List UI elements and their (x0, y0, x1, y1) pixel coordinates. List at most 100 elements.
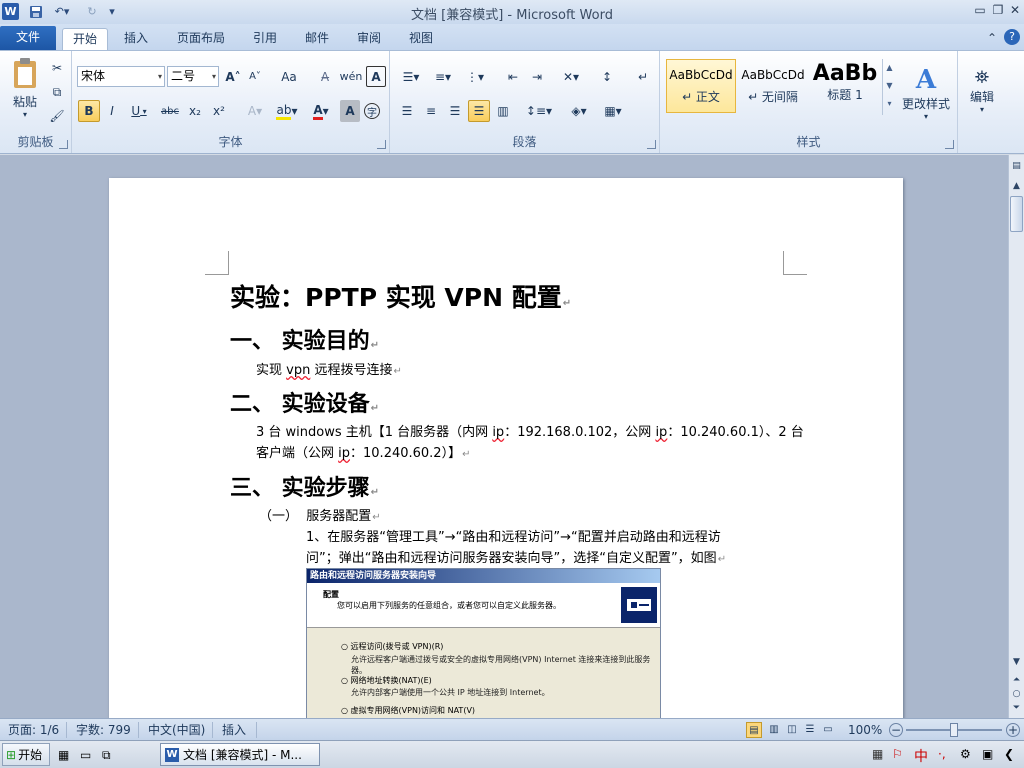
minimize-ribbon-icon[interactable]: ⌃ (984, 30, 1000, 46)
outline-view-icon[interactable]: ☰ (802, 722, 818, 738)
full-screen-reading-icon[interactable]: ▥ (766, 722, 782, 738)
superscript-button[interactable]: x² (208, 100, 230, 122)
underline-button[interactable]: U ▾ (124, 100, 154, 122)
language-indicator[interactable]: 中文(中国) (148, 722, 205, 738)
text-effects-icon[interactable]: A▾ (240, 100, 270, 122)
tab-page-layout[interactable]: 页面布局 (168, 28, 234, 50)
show-marks-icon[interactable]: ↵ (632, 66, 654, 87)
decrease-indent-icon[interactable]: ⇤ (502, 66, 524, 87)
scroll-thumb[interactable] (1010, 196, 1023, 232)
wizard-option-3[interactable]: ○ 虚拟专用网络(VPN)访问和 NAT(V) (341, 705, 641, 716)
format-painter-icon[interactable]: 🖌 (48, 107, 66, 125)
distribute-icon[interactable]: ▥ (492, 100, 514, 122)
align-right-icon[interactable]: ☰ (444, 100, 466, 122)
numbering-icon[interactable]: ≡▾ (428, 66, 458, 87)
shading-icon[interactable]: ◈▾ (564, 100, 594, 122)
paragraph-launcher-icon[interactable] (647, 140, 656, 149)
tab-insert[interactable]: 插入 (114, 28, 158, 50)
tray-tool-icon[interactable]: ⚙ (960, 747, 976, 761)
multilevel-list-icon[interactable]: ⋮▾ (460, 66, 490, 87)
print-layout-view-icon[interactable]: ▤ (746, 722, 762, 738)
tab-home[interactable]: 开始 (62, 28, 108, 50)
help-icon[interactable]: ? (1004, 29, 1020, 45)
tray-chinese-mode-icon[interactable]: 中 (914, 746, 932, 766)
insert-mode-indicator[interactable]: 插入 (222, 722, 246, 738)
bullets-icon[interactable]: ☰▾ (396, 66, 426, 87)
enclose-character-icon[interactable]: 字 (364, 103, 380, 119)
tray-punctuation-icon[interactable]: ·, (938, 747, 952, 761)
next-page-icon[interactable]: ⏷ (1009, 701, 1024, 716)
zoom-level[interactable]: 100% (848, 722, 882, 738)
clear-format-icon[interactable]: A̶ (315, 66, 335, 87)
character-border-icon[interactable]: A (366, 66, 386, 87)
phonetic-guide-icon[interactable]: wén (340, 66, 363, 87)
italic-button[interactable]: I (102, 100, 122, 122)
justify-icon[interactable]: ☰ (468, 100, 490, 122)
show-desktop-icon[interactable]: ▦ (58, 747, 74, 763)
shrink-font-button[interactable]: A˅ (245, 66, 265, 87)
sort-icon[interactable]: ↕ (596, 66, 618, 87)
copy-icon[interactable]: ⧉ (48, 83, 66, 101)
tray-network-icon[interactable]: ▣ (982, 747, 998, 761)
chinese-layout-icon[interactable]: ✕▾ (556, 66, 586, 87)
wizard-option-1[interactable]: ○ 远程访问(拨号或 VPN)(R) (341, 641, 641, 652)
character-shading-icon[interactable]: A (340, 100, 360, 122)
taskbar-word-window[interactable]: W 文档 [兼容模式] - M... (160, 743, 320, 766)
start-button[interactable]: ⊞ 开始 (2, 743, 50, 766)
tab-view[interactable]: 视图 (400, 28, 442, 50)
select-browse-object-icon[interactable]: ○ (1009, 687, 1024, 702)
wizard-option-2[interactable]: ○ 网络地址转换(NAT)(E) (341, 675, 641, 686)
scroll-down-icon[interactable]: ▼ (1009, 655, 1024, 670)
quick-launch-icon-2[interactable]: ⧉ (102, 747, 118, 763)
styles-launcher-icon[interactable] (945, 140, 954, 149)
tab-mailings[interactable]: 邮件 (296, 28, 338, 50)
word-count[interactable]: 字数: 799 (76, 722, 131, 738)
style-heading-1[interactable]: AaBb 标题 1 (810, 59, 880, 113)
tab-file[interactable]: 文件 (0, 26, 56, 50)
tray-ime-icon[interactable]: ⚐ (892, 747, 908, 761)
zoom-out-icon[interactable]: − (889, 723, 903, 737)
line-spacing-icon[interactable]: ↕≡▾ (524, 100, 554, 122)
minimize-icon[interactable]: ▭ (972, 2, 988, 18)
font-name-combo[interactable]: 宋体 ▾ (77, 66, 165, 87)
restore-icon[interactable]: ❐ (990, 2, 1006, 18)
document-page[interactable]: 实验：PPTP 实现 VPN 配置↵ 一、 实验目的↵ 实现 vpn 远程拨号连… (109, 178, 903, 718)
style-no-spacing[interactable]: AaBbCcDd ↵ 无间隔 (738, 59, 808, 113)
font-size-combo[interactable]: 二号 ▾ (167, 66, 219, 87)
editing-button[interactable]: ⛯ 编辑 ▾ (962, 57, 1002, 123)
bold-button[interactable]: B (78, 100, 100, 122)
tray-keyboard-icon[interactable]: ▦ (872, 747, 888, 761)
change-styles-button[interactable]: A 更改样式 ▾ (900, 57, 952, 129)
draft-view-icon[interactable]: ▭ (820, 722, 836, 738)
style-normal[interactable]: AaBbCcDd ↵ 正文 (666, 59, 736, 113)
highlight-icon[interactable]: ab ▾ (272, 100, 302, 122)
paste-button[interactable]: 粘贴 ▾ (6, 55, 44, 121)
font-launcher-icon[interactable] (377, 140, 386, 149)
vertical-scrollbar[interactable]: ▤ ▲ ▼ ⏶ ○ ⏷ (1008, 155, 1024, 718)
page-count[interactable]: 页面: 1/6 (8, 722, 59, 738)
increase-indent-icon[interactable]: ⇥ (526, 66, 548, 87)
ruler-toggle-icon[interactable]: ▤ (1009, 159, 1024, 174)
previous-page-icon[interactable]: ⏶ (1009, 673, 1024, 688)
font-color-icon[interactable]: A ▾ (306, 100, 336, 122)
close-icon[interactable]: ✕ (1007, 2, 1023, 18)
align-center-icon[interactable]: ≡ (420, 100, 442, 122)
borders-icon[interactable]: ▦▾ (598, 100, 628, 122)
align-left-icon[interactable]: ☰ (396, 100, 418, 122)
cut-icon[interactable]: ✂ (48, 59, 66, 77)
zoom-slider-thumb[interactable] (950, 723, 958, 737)
web-layout-icon[interactable]: ◫ (784, 722, 800, 738)
wizard-screenshot-image[interactable]: 路由和远程访问服务器安装向导 配置 您可以启用下列服务的任意组合，或者您可以自定… (306, 568, 661, 718)
zoom-in-icon[interactable]: + (1006, 723, 1020, 737)
tab-review[interactable]: 审阅 (348, 28, 390, 50)
tab-references[interactable]: 引用 (244, 28, 286, 50)
subscript-button[interactable]: x₂ (184, 100, 206, 122)
grow-font-button[interactable]: A˄ (223, 66, 243, 87)
quick-launch-icon-1[interactable]: ▭ (80, 747, 96, 763)
scroll-up-icon[interactable]: ▲ (1009, 179, 1024, 194)
styles-gallery-scroll[interactable]: ▲ ▼ ▾ (882, 59, 896, 115)
tray-expand-icon[interactable]: ❮ (1004, 747, 1018, 761)
clipboard-launcher-icon[interactable] (59, 140, 68, 149)
strikethrough-button[interactable]: abc (158, 100, 182, 122)
change-case-button[interactable]: Aa (275, 66, 303, 87)
